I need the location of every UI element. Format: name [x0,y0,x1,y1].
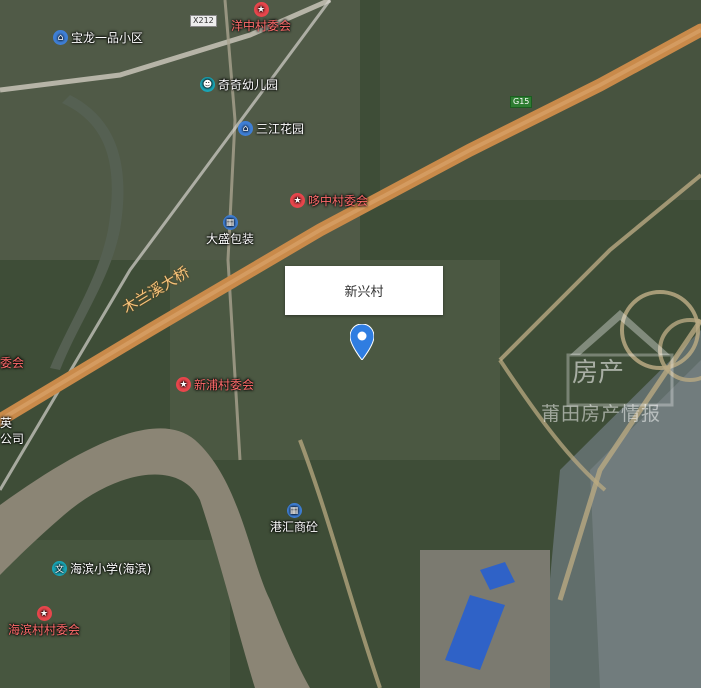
poi-label: 大盛包装 [206,232,255,246]
poi-label: 英 [0,416,13,430]
poi-ganghui[interactable]: ▦ 港汇商砼 [270,503,318,535]
poi-label: 新浦村委会 [194,378,255,392]
poi-label: 宝龙一品小区 [71,31,144,45]
poi-duozhong[interactable]: ★ 哆中村委会 [290,192,368,209]
poi-xinpu[interactable]: ★ 新浦村委会 [176,376,254,393]
government-icon: ★ [36,606,52,621]
poi-haibin-village[interactable]: ★ 海滨村村委会 [8,606,80,638]
government-icon: ★ [253,2,269,17]
kindergarten-icon: ☻ [200,77,215,92]
company-icon: ▦ [222,215,238,230]
poi-dasheng[interactable]: ▦ 大盛包装 [206,215,254,247]
poi-label: 港汇商砼 [270,520,319,534]
poi-edge-ying[interactable]: 英 [0,414,12,431]
location-pin-icon[interactable] [350,324,374,360]
poi-label: 委会 [0,356,25,370]
x212-road-label: X212 [190,15,217,27]
residential-icon: ⌂ [238,121,253,136]
poi-label: 三江花园 [256,122,305,136]
poi-label: 哆中村委会 [308,194,369,208]
school-icon: 文 [52,561,67,576]
location-callout[interactable]: 新兴村 [285,266,443,315]
poi-label: 公司 [0,432,25,446]
residential-icon: ⌂ [53,30,68,45]
callout-title: 新兴村 [344,285,384,300]
poi-haibin-school[interactable]: 文 海滨小学(海滨) [52,560,151,577]
poi-qiqi-kindergarten[interactable]: ☻ 奇奇幼儿园 [200,76,278,93]
poi-label: 海滨小学(海滨) [70,562,152,576]
poi-label: 奇奇幼儿园 [218,78,279,92]
poi-yangzhong[interactable]: ★ 洋中村委会 [231,2,291,34]
poi-label: 洋中村委会 [231,19,292,33]
poi-label: 海滨村村委会 [8,623,81,637]
poi-edge-company[interactable]: 公司 [0,430,24,447]
watermark-text: 房产 [572,358,625,388]
poi-baolong[interactable]: ⌂ 宝龙一品小区 [53,29,143,46]
poi-sanjiang[interactable]: ⌂ 三江花园 [238,120,304,137]
poi-edge-committee[interactable]: 委会 [0,354,24,371]
government-icon: ★ [290,193,305,208]
watermark-subtext: 莆田房产情报 [541,403,662,425]
company-icon: ▦ [286,503,302,518]
government-icon: ★ [176,377,191,392]
g15-road-label: G15 [510,96,533,108]
